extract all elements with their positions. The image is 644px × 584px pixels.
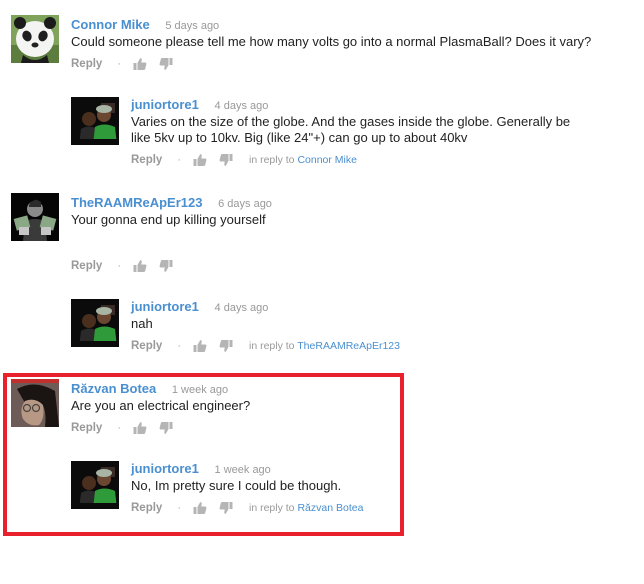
comment-text: nah bbox=[131, 316, 153, 331]
panda-avatar-icon bbox=[11, 15, 59, 63]
in-reply-to: in reply to Răzvan Botea bbox=[249, 502, 364, 514]
comment-body: juniortore1 4 days ago nah Reply · in re… bbox=[131, 299, 644, 354]
comment-text: Could someone please tell me how many vo… bbox=[71, 34, 592, 49]
avatar[interactable] bbox=[71, 461, 119, 509]
in-reply-to: in reply to Connor Mike bbox=[249, 154, 357, 166]
thumbs-down-icon[interactable] bbox=[159, 57, 173, 71]
comment-text: No, Im pretty sure I could be though. bbox=[131, 478, 342, 493]
thumbs-down-icon[interactable] bbox=[219, 501, 233, 515]
in-reply-to-link[interactable]: Connor Mike bbox=[297, 154, 357, 166]
in-reply-to-link[interactable]: TheRAAMReApEr123 bbox=[297, 340, 400, 352]
comment-time: 5 days ago bbox=[165, 20, 220, 32]
money-man-avatar-icon bbox=[11, 193, 59, 241]
reply-button[interactable]: Reply bbox=[71, 420, 102, 436]
comment-author[interactable]: Connor Mike bbox=[71, 17, 150, 32]
avatar[interactable] bbox=[11, 193, 59, 241]
reply-button[interactable]: Reply bbox=[131, 152, 162, 168]
thumbs-down-icon[interactable] bbox=[159, 421, 173, 435]
comment-text: Your gonna end up killing yourself bbox=[71, 212, 266, 227]
comment-body: juniortore1 1 week ago No, Im pretty sur… bbox=[131, 461, 644, 516]
avatar[interactable] bbox=[71, 299, 119, 347]
comment-author[interactable]: juniortore1 bbox=[131, 97, 199, 112]
separator-dot: · bbox=[177, 502, 181, 514]
reply-button[interactable]: Reply bbox=[71, 258, 102, 274]
comment-body: juniortore1 4 days ago Varies on the siz… bbox=[131, 97, 581, 168]
comment-time: 6 days ago bbox=[218, 198, 272, 210]
thumbs-down-icon[interactable] bbox=[219, 153, 233, 167]
thumbs-up-icon[interactable] bbox=[133, 259, 147, 273]
thumbs-up-icon[interactable] bbox=[193, 339, 207, 353]
thumbs-up-icon[interactable] bbox=[193, 501, 207, 515]
in-reply-to: in reply to TheRAAMReApEr123 bbox=[249, 340, 400, 352]
comment-time: 1 week ago bbox=[214, 464, 271, 476]
separator-dot: · bbox=[117, 422, 121, 434]
separator-dot: · bbox=[117, 260, 121, 272]
two-men-avatar-icon bbox=[71, 299, 119, 347]
comment-time: 4 days ago bbox=[214, 302, 269, 314]
comment-time: 4 days ago bbox=[214, 100, 269, 112]
two-men-avatar-icon bbox=[71, 97, 119, 145]
avatar[interactable] bbox=[11, 379, 59, 427]
comment-author[interactable]: TheRAAMReApEr123 bbox=[71, 195, 202, 210]
separator-dot: · bbox=[177, 340, 181, 352]
comment-text: Are you an electrical engineer? bbox=[71, 398, 251, 413]
reply-button[interactable]: Reply bbox=[71, 56, 102, 72]
comment-body: TheRAAMReApEr123 6 days ago Your gonna e… bbox=[71, 195, 601, 274]
comment-author[interactable]: juniortore1 bbox=[131, 461, 199, 476]
thumbs-down-icon[interactable] bbox=[219, 339, 233, 353]
comment-author[interactable]: Răzvan Botea bbox=[71, 381, 156, 396]
thumbs-up-icon[interactable] bbox=[193, 153, 207, 167]
in-reply-to-link[interactable]: Răzvan Botea bbox=[297, 502, 363, 514]
thumbs-down-icon[interactable] bbox=[159, 259, 173, 273]
avatar[interactable] bbox=[71, 97, 119, 145]
comment-body: Connor Mike 5 days ago Could someone ple… bbox=[71, 17, 601, 72]
thumbs-up-icon[interactable] bbox=[133, 57, 147, 71]
comment-author[interactable]: juniortore1 bbox=[131, 299, 199, 314]
comment-text: Varies on the size of the globe. And the… bbox=[131, 114, 571, 145]
reply-button[interactable]: Reply bbox=[131, 338, 162, 354]
man-with-glasses-avatar-icon bbox=[11, 379, 59, 427]
comment-body: Răzvan Botea 1 week ago Are you an elect… bbox=[71, 381, 601, 436]
avatar[interactable] bbox=[11, 15, 59, 63]
comment-time: 1 week ago bbox=[171, 384, 229, 396]
two-men-avatar-icon bbox=[71, 461, 119, 509]
reply-button[interactable]: Reply bbox=[131, 500, 162, 516]
separator-dot: · bbox=[117, 58, 121, 70]
thumbs-up-icon[interactable] bbox=[133, 421, 147, 435]
separator-dot: · bbox=[177, 154, 181, 166]
